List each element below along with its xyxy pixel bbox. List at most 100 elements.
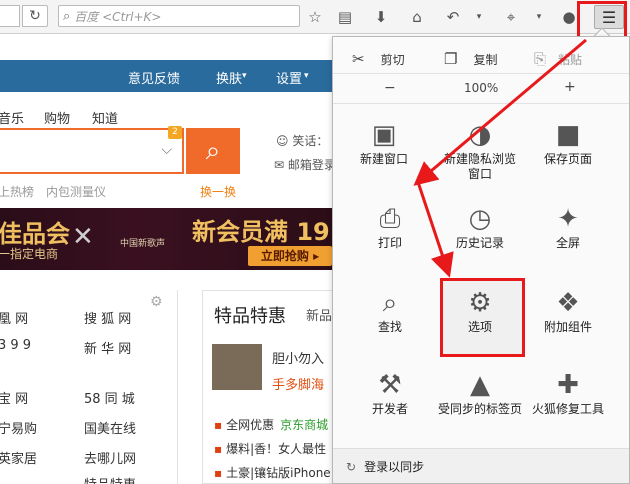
zoom-in-button[interactable]: + [564, 79, 576, 95]
joke-label: 笑话： [292, 134, 329, 148]
category-shopping[interactable]: 购物 [44, 108, 70, 127]
new-window-label: 新建窗口 [359, 152, 408, 166]
nav-skin-link[interactable]: 换肤 [216, 68, 242, 87]
find-button[interactable]: ⌕ 查找 [342, 286, 438, 335]
chevron-down-icon: ▾ [304, 71, 309, 81]
special-subtitle[interactable]: 新品 [306, 305, 332, 324]
screenshot-crop-icon[interactable]: ⌖ [500, 6, 522, 28]
sign-in-sync-button[interactable]: ↻ 登录以同步 [346, 458, 424, 475]
site-link[interactable]: 宁易购 [0, 418, 37, 437]
mail-link[interactable]: ✉ 邮箱登录 [274, 156, 336, 173]
puzzle-icon: ❖ [556, 288, 580, 318]
reading-list-icon[interactable]: ▤ [334, 6, 356, 28]
addons-button[interactable]: ❖ 附加组件 [520, 286, 616, 335]
site-link[interactable]: 国美在线 [84, 418, 136, 437]
nav-feedback-link[interactable]: 意见反馈 [128, 68, 180, 87]
window-icon: ▣ [371, 120, 397, 150]
sign-in-sync-label: 登录以同步 [364, 460, 425, 474]
site-link[interactable]: 58 同 城 [84, 388, 135, 407]
paste-button[interactable]: ⎘ 粘贴 [534, 50, 582, 68]
print-button[interactable]: ⎙ 打印 [342, 202, 438, 251]
special-item[interactable]: ▪ 全网优惠 京东商城 [214, 416, 328, 433]
history-icon: ◷ [468, 204, 492, 234]
sync-icon: ↻ [346, 460, 357, 474]
banner-cross: ✕ [72, 222, 94, 252]
new-private-window-button[interactable]: ◑ 新建隐私浏览窗口 [432, 118, 528, 182]
category-zhidao[interactable]: 知道 [92, 108, 118, 127]
chevron-down-icon[interactable]: ▾ [468, 6, 490, 28]
category-music[interactable]: 音乐 [0, 108, 24, 127]
site-link[interactable]: 英家居 [0, 448, 37, 467]
site-link[interactable]: 宝 网 [0, 388, 28, 407]
zoom-reset-button[interactable]: 100% [464, 81, 498, 95]
home-icon[interactable]: ⌂ [406, 6, 428, 28]
new-window-button[interactable]: ▣ 新建窗口 [336, 118, 432, 167]
browser-toolbar: ↻ ⌕ 百度 <Ctrl+K> ☆ ▤ ⬇ ⌂ ↶ ▾ ⌖ ▾ ● ☰ [0, 0, 630, 34]
count-badge: 2 [168, 126, 182, 139]
site-link[interactable]: 3 9 9 [0, 338, 31, 353]
special-item-text: 爆料|香！女人最性 [226, 442, 327, 456]
meter-link[interactable]: 内包测量仪 [46, 183, 106, 200]
developer-button[interactable]: ⚒ 开发者 [342, 368, 438, 417]
banner-right-title: 新会员满 19 [192, 218, 330, 246]
search-icon: ⌕ [63, 8, 71, 24]
search-icon: ⌕ [205, 135, 221, 166]
special-item-text: 全网优惠 [226, 418, 275, 432]
gear-icon[interactable]: ⚙ [150, 294, 163, 310]
special-item-text: 土豪|镶钻版iPhone [226, 466, 331, 480]
special-title: 特品特惠 [214, 306, 286, 327]
address-bar-end[interactable] [0, 5, 20, 27]
repair-tool-button[interactable]: ✚ 火狐修复工具 [520, 368, 616, 417]
chevron-down-icon[interactable]: ⌵ [161, 142, 172, 158]
chevron-down-icon[interactable]: ▾ [528, 6, 550, 28]
developer-label: 开发者 [371, 402, 408, 416]
site-link[interactable]: 去哪儿网 [84, 448, 136, 467]
options-highlight [440, 278, 525, 357]
special-thumbnail[interactable] [212, 344, 262, 390]
scissors-icon: ✂ [352, 50, 365, 68]
banner-left-sub: 一指定电商 [0, 247, 59, 261]
joke-link[interactable]: ☺ 笑话： [276, 132, 328, 149]
chevron-down-icon: ▾ [242, 71, 247, 81]
special-item[interactable]: ▪ 土豪|镶钻版iPhone [214, 464, 331, 481]
special-headline[interactable]: 胆小勿入 [272, 348, 324, 367]
page-search-input[interactable]: ⌵ [0, 128, 184, 174]
find-label: 查找 [377, 320, 402, 334]
history-button[interactable]: ◷ 历史记录 [432, 202, 528, 251]
swap-link[interactable]: 换一换 [200, 183, 236, 200]
site-link[interactable]: 特品特惠 [84, 474, 136, 484]
download-icon[interactable]: ⬇ [370, 6, 392, 28]
save-page-icon: ■ [555, 120, 581, 150]
save-page-button[interactable]: ■ 保存页面 [520, 118, 616, 167]
bookmark-star-icon[interactable]: ☆ [304, 6, 326, 28]
hot-list-link[interactable]: 上热榜 [0, 183, 34, 200]
print-label: 打印 [377, 236, 402, 250]
banner-china-logo: 中国新歌声 [120, 239, 166, 249]
site-link[interactable]: 搜 狐 网 [84, 308, 131, 327]
repair-kit-icon: ✚ [557, 370, 579, 400]
banner-buy-button[interactable]: 立即抢购 ▸ [248, 246, 332, 266]
site-link[interactable]: 凰 网 [0, 308, 28, 327]
back-undo-icon[interactable]: ↶ [442, 6, 464, 28]
cut-button[interactable]: ✂ 剪切 [352, 50, 405, 68]
clipboard-icon: ⎘ [534, 50, 547, 68]
page-navbar: 意见反馈 换肤 ▾ 设置 ▾ [0, 60, 340, 92]
print-icon: ⎙ [379, 203, 401, 234]
special-item-extra: 京东商城 [280, 418, 329, 432]
synced-tabs-button[interactable]: ▲ 受同步的标签页 [432, 368, 528, 417]
zoom-out-button[interactable]: − [384, 80, 396, 96]
special-item[interactable]: ▪ 爆料|香！女人最性 [214, 440, 326, 457]
repair-tool-label: 火狐修复工具 [531, 402, 604, 416]
site-link[interactable]: 新 华 网 [84, 338, 131, 357]
nav-settings-link[interactable]: 设置 [276, 68, 302, 87]
special-headline-2[interactable]: 手多脚海 [272, 374, 324, 393]
wrench-icon: ⚒ [378, 370, 402, 400]
search-input[interactable]: ⌕ 百度 <Ctrl+K> [58, 5, 300, 27]
fullscreen-button[interactable]: ✦ 全屏 [520, 202, 616, 251]
page-search-button[interactable]: ⌕ [186, 128, 240, 174]
history-label: 历史记录 [455, 236, 504, 250]
paste-label: 粘贴 [558, 52, 583, 67]
banner-left-title: 佳品会 [0, 220, 70, 248]
reload-icon[interactable]: ↻ [22, 5, 48, 27]
copy-button[interactable]: ❐ 复制 [444, 50, 497, 68]
